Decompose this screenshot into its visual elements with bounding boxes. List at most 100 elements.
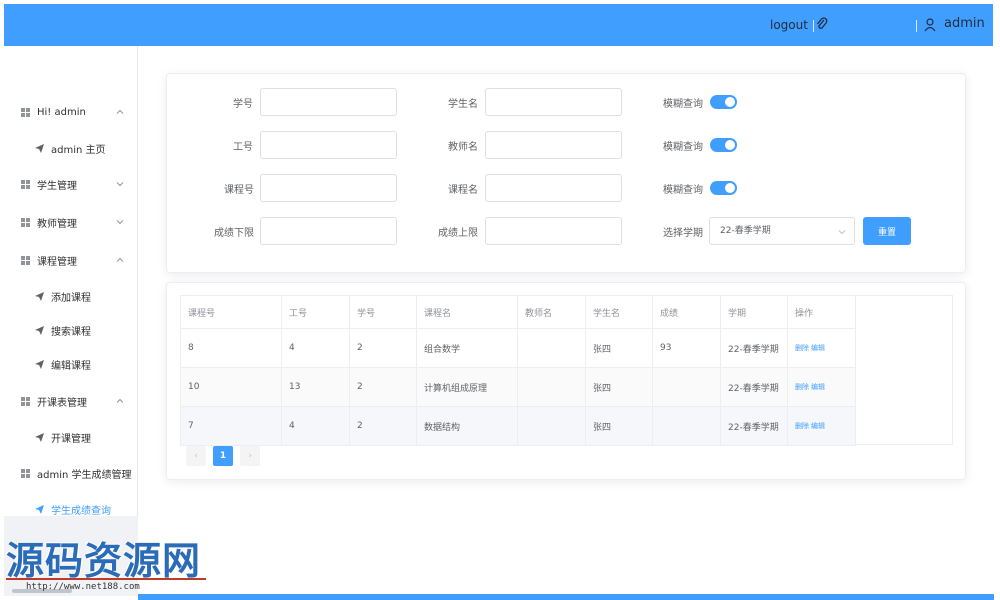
term-select[interactable]: 22-春季学期: [709, 217, 855, 245]
table-cell: 2: [349, 328, 417, 368]
chevron-up-icon: [116, 398, 124, 403]
menu-label: 开课表管理: [37, 397, 87, 409]
table-cell: [517, 406, 586, 446]
course-id-input[interactable]: [260, 174, 397, 202]
table-row: 8 4 2 组合数学 张四 93 22-春季学期 删除 编辑: [180, 328, 856, 368]
table-row: 10 13 2 计算机组成原理 张四 22-春季学期 删除 编辑: [180, 367, 856, 407]
prev-page-button[interactable]: ‹: [186, 446, 206, 466]
sidebar-menu: Hi! admin admin 主页 学生管理 教师管理 课程管理 添加课程 搜…: [4, 46, 138, 551]
table-cell: 张四: [585, 406, 653, 446]
student-name-label: 学生名: [448, 99, 478, 110]
grid-icon: [21, 179, 30, 189]
table-cell: 13: [281, 367, 350, 407]
fuzzy-label: 模糊查询: [663, 99, 703, 110]
col-header: 课程名: [416, 295, 518, 329]
table-cell: [517, 367, 586, 407]
menu-label: 编辑课程: [51, 360, 91, 372]
chevron-down-icon: [116, 182, 124, 187]
edit-link[interactable]: 编辑: [811, 383, 825, 391]
menu-group-hi-admin[interactable]: Hi! admin: [4, 100, 138, 124]
menu-label: 教师管理: [37, 218, 77, 230]
menu-group-course-manage[interactable]: 课程管理: [4, 248, 138, 272]
table-header-row: 课程号 工号 学号 课程名 教师名 学生名 成绩 学期 操作: [180, 295, 856, 329]
chevron-up-icon: [116, 257, 124, 262]
grid-icon: [21, 107, 30, 117]
grades-table: 课程号 工号 学号 课程名 教师名 学生名 成绩 学期 操作 8 4 2 组合数…: [180, 295, 856, 446]
table-cell: 10: [180, 367, 282, 407]
menu-group-student-manage[interactable]: 学生管理: [4, 172, 138, 196]
menu-item-add-course[interactable]: 添加课程: [4, 284, 138, 308]
row-actions: 删除 编辑: [787, 367, 856, 407]
table-cell: [652, 367, 721, 407]
menu-item-admin-home[interactable]: admin 主页: [4, 136, 138, 160]
table-cell: 张四: [585, 367, 653, 407]
table-cell: 8: [180, 328, 282, 368]
table-cell: [652, 406, 721, 446]
col-header: 课程号: [180, 295, 282, 329]
grid-icon: [21, 217, 30, 227]
teacher-id-input[interactable]: [260, 131, 397, 159]
header-divider: [813, 20, 814, 32]
menu-label: 学生管理: [37, 180, 77, 192]
menu-group-grade-manage[interactable]: admin 学生成绩管理: [4, 461, 138, 485]
menu-item-edit-course[interactable]: 编辑课程: [4, 352, 138, 376]
menu-label: 添加课程: [51, 292, 91, 304]
teacher-name-label: 教师名: [448, 142, 478, 153]
table-cell: 93: [652, 328, 721, 368]
table-cell: [517, 328, 586, 368]
delete-link[interactable]: 删除: [795, 422, 809, 430]
edit-link[interactable]: 编辑: [811, 422, 825, 430]
username[interactable]: admin: [944, 16, 985, 31]
delete-link[interactable]: 删除: [795, 344, 809, 352]
row-actions: 删除 编辑: [787, 328, 856, 368]
menu-item-open-course[interactable]: 开课管理: [4, 425, 138, 449]
col-header: 工号: [281, 295, 350, 329]
score-max-input[interactable]: [485, 217, 622, 245]
logout-link[interactable]: logout: [770, 18, 808, 32]
term-label: 选择学期: [663, 228, 703, 239]
table-cell: 2: [349, 406, 417, 446]
watermark-text: 源码资源网: [6, 539, 202, 583]
grid-icon: [21, 255, 30, 265]
table-cell: 4: [281, 328, 350, 368]
bottom-bar: [138, 594, 994, 600]
course-id-label: 课程号: [224, 185, 254, 196]
menu-item-search-course[interactable]: 搜索课程: [4, 318, 138, 342]
delete-link[interactable]: 删除: [795, 383, 809, 391]
next-page-button[interactable]: ›: [240, 446, 260, 466]
edit-link[interactable]: 编辑: [811, 344, 825, 352]
table-cell: 张四: [585, 328, 653, 368]
paper-plane-icon: [35, 291, 44, 301]
grid-icon: [21, 468, 30, 478]
term-select-value: 22-春季学期: [720, 226, 771, 236]
menu-group-teacher-manage[interactable]: 教师管理: [4, 210, 138, 234]
student-id-input[interactable]: [260, 88, 397, 116]
paper-plane-icon: [35, 359, 44, 369]
table-row: 7 4 2 数据结构 张四 22-春季学期 删除 编辑: [180, 406, 856, 446]
watermark-underline: [6, 578, 206, 580]
col-header: 操作: [787, 295, 856, 329]
paper-plane-icon: [35, 432, 44, 442]
menu-label: admin 学生成绩管理: [37, 469, 132, 481]
teacher-name-input[interactable]: [485, 131, 622, 159]
col-header: 学生名: [585, 295, 653, 329]
page-1-button[interactable]: 1: [213, 446, 233, 466]
score-min-input[interactable]: [260, 217, 397, 245]
col-header: 学号: [349, 295, 417, 329]
score-min-label: 成绩下限: [214, 228, 254, 239]
menu-group-schedule-manage[interactable]: 开课表管理: [4, 389, 138, 413]
course-name-input[interactable]: [485, 174, 622, 202]
table-cell: 2: [349, 367, 417, 407]
fuzzy-toggle-teacher[interactable]: [710, 138, 737, 152]
reset-button[interactable]: 重置: [863, 217, 911, 245]
table-cell: 数据结构: [416, 406, 518, 446]
fuzzy-toggle-course[interactable]: [710, 181, 737, 195]
fuzzy-toggle-student[interactable]: [710, 95, 737, 109]
student-name-input[interactable]: [485, 88, 622, 116]
table-empty-area: [855, 295, 953, 445]
grid-icon: [21, 396, 30, 406]
paperclip-icon[interactable]: [815, 17, 829, 33]
menu-label: Hi! admin: [37, 106, 86, 118]
menu-label: 开课管理: [51, 433, 91, 445]
col-header: 教师名: [517, 295, 586, 329]
